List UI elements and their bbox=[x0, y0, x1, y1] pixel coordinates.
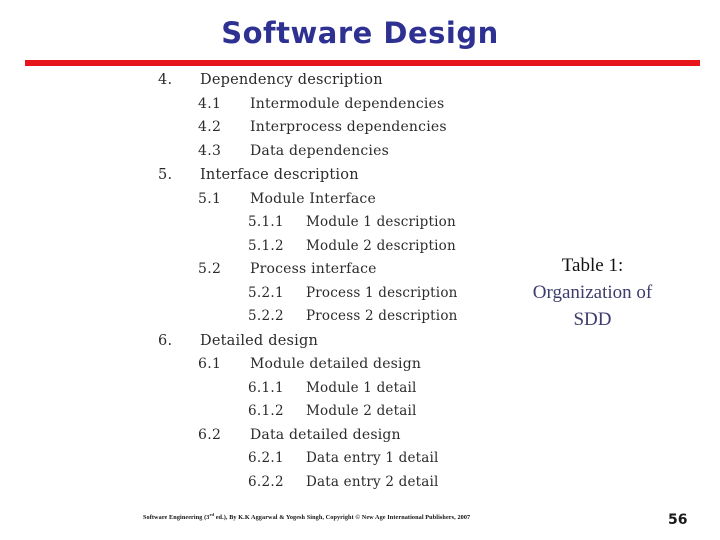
outline-item: 4.2 Interprocess dependencies bbox=[158, 116, 498, 140]
outline-item-number: 4.1 bbox=[198, 95, 222, 112]
title-divider bbox=[25, 60, 700, 66]
outline-item-number: 5. bbox=[158, 167, 173, 183]
outline-item-label: Detailed design bbox=[200, 332, 318, 349]
outline-item: 6.2.2 Data entry 2 detail bbox=[158, 471, 498, 495]
page-title: Software Design bbox=[221, 16, 499, 50]
sdd-outline-list: 4. Dependency description 4.1 Intermodule d… bbox=[158, 68, 498, 494]
outline-item: 5.1.1 Module 1 description bbox=[158, 211, 498, 235]
outline-item-number: 5.1.1 bbox=[248, 214, 284, 230]
outline-item-label: Process 2 description bbox=[306, 308, 458, 324]
outline-item: 5.2.2 Process 2 description bbox=[158, 305, 498, 329]
outline-item-number: 5.2.2 bbox=[248, 308, 284, 324]
outline-item: 6.1.2 Module 2 detail bbox=[158, 400, 498, 424]
outline-item-label: Process 1 description bbox=[306, 284, 458, 301]
outline-item: 4. Dependency description bbox=[158, 68, 498, 93]
outline-item: 4.3 Data dependencies bbox=[158, 140, 498, 164]
table-caption: Table 1: Organization of SDD bbox=[500, 252, 685, 333]
outline-item-number: 4.2 bbox=[198, 119, 222, 135]
table-caption-label: Table 1: bbox=[561, 255, 624, 276]
outline-item: 6.1 Module detailed design bbox=[158, 353, 498, 377]
outline-item-number: 5.1.2 bbox=[248, 237, 284, 254]
outline-item: 6.1.1 Module 1 detail bbox=[158, 377, 498, 401]
outline-item-label: Interprocess dependencies bbox=[250, 119, 447, 135]
outline-item-label: Module detailed design bbox=[250, 356, 422, 372]
outline-item: 6.2 Data detailed design bbox=[158, 424, 498, 448]
slide: Software Design 4. Dependency description… bbox=[0, 0, 720, 540]
outline-item-label: Data dependencies bbox=[250, 142, 389, 159]
outline-item: 6. Detailed design bbox=[158, 329, 498, 354]
footer-credit-prefix: Software Engineering (3 bbox=[143, 514, 210, 522]
outline-item-number: 6.2.2 bbox=[248, 473, 284, 490]
outline-item-number: 6.2 bbox=[198, 426, 222, 443]
table-caption-line-3: SDD bbox=[573, 309, 612, 330]
outline-item: 4.1 Intermodule dependencies bbox=[158, 93, 498, 117]
outline-item-number: 6. bbox=[158, 332, 173, 349]
page-number: 56 bbox=[668, 512, 688, 528]
outline-item-number: 5.2.1 bbox=[248, 284, 284, 301]
outline-item-label: Module 1 description bbox=[306, 214, 456, 230]
outline-item-number: 4. bbox=[158, 72, 173, 88]
outline-item-number: 4.3 bbox=[198, 142, 222, 159]
outline-item: 5. Interface description bbox=[158, 163, 498, 188]
outline-item-label: Process interface bbox=[250, 261, 377, 277]
footer-credit-suffix: ed.), By K.K Aggarwal & Yogesh Singh, Co… bbox=[214, 514, 471, 522]
outline-item-label: Module 2 description bbox=[306, 237, 456, 254]
outline-item-number: 6.2.1 bbox=[248, 450, 284, 466]
outline-item-label: Data entry 1 detail bbox=[306, 450, 439, 466]
outline-item: 5.1.2 Module 2 description bbox=[158, 235, 498, 259]
outline-item-label: Dependency description bbox=[200, 72, 383, 88]
footer-credit: Software Engineering (3rd ed.), By K.K A… bbox=[143, 512, 470, 521]
outline-item-number: 5.2 bbox=[198, 261, 222, 277]
outline-item: 5.2.1 Process 1 description bbox=[158, 282, 498, 306]
outline-item-number: 5.1 bbox=[198, 190, 222, 207]
outline-item-label: Intermodule dependencies bbox=[250, 95, 445, 112]
outline-item-label: Module Interface bbox=[250, 190, 376, 207]
outline-item: 6.2.1 Data entry 1 detail bbox=[158, 447, 498, 471]
outline-item-label: Data entry 2 detail bbox=[306, 473, 439, 490]
table-caption-line-2: Organization of bbox=[532, 282, 653, 303]
outline-item-label: Data detailed design bbox=[250, 426, 401, 443]
outline-item-number: 6.1.1 bbox=[248, 379, 284, 396]
outline-item-label: Interface description bbox=[200, 167, 359, 183]
outline-item-label: Module 1 detail bbox=[306, 379, 417, 396]
outline-item-label: Module 2 detail bbox=[306, 403, 417, 419]
outline-item-number: 6.1.2 bbox=[248, 403, 284, 419]
outline-item-number: 6.1 bbox=[198, 356, 222, 372]
outline-item: 5.2 Process interface bbox=[158, 258, 498, 282]
outline-item: 5.1 Module Interface bbox=[158, 188, 498, 212]
